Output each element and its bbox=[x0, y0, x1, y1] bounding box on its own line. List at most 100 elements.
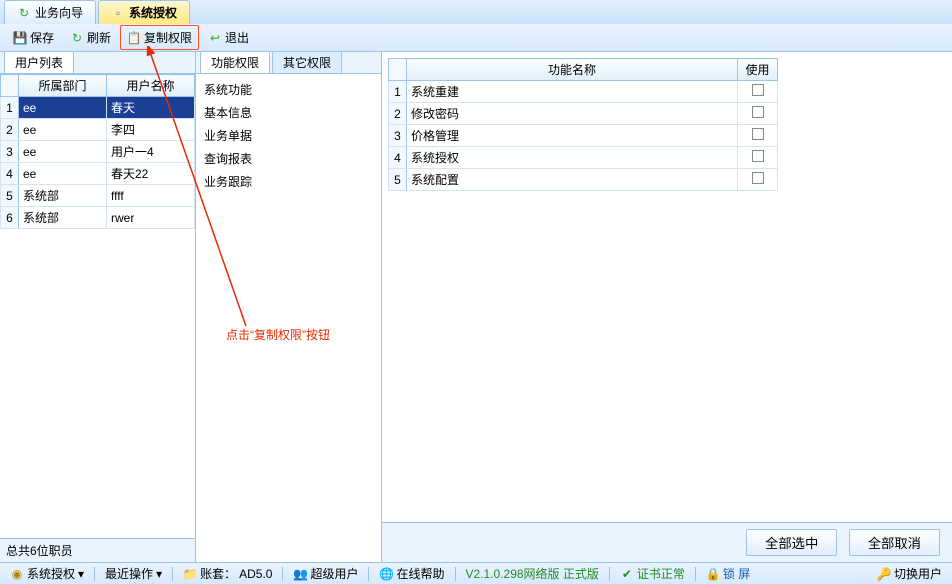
table-row[interactable]: 5系统配置 bbox=[389, 169, 778, 191]
tab-label: 系统授权 bbox=[129, 4, 177, 21]
toolbar: 💾 保存 ↻ 刷新 📋 复制权限 ↩ 退出 bbox=[0, 24, 952, 52]
globe-icon: 🌐 bbox=[379, 567, 393, 581]
cell-use bbox=[738, 169, 778, 191]
cell-func: 价格管理 bbox=[407, 125, 738, 147]
folder-icon: 📁 bbox=[183, 567, 197, 581]
rownum: 3 bbox=[1, 141, 19, 163]
tab-user-list[interactable]: 用户列表 bbox=[4, 51, 74, 73]
rownum: 3 bbox=[389, 125, 407, 147]
checkbox[interactable] bbox=[752, 128, 764, 140]
category-item[interactable]: 基本信息 bbox=[196, 101, 381, 124]
tab-system-auth[interactable]: ▫ 系统授权 bbox=[98, 0, 190, 24]
rownum: 1 bbox=[389, 81, 407, 103]
status-version: V2.1.0.298网络版 正式版 bbox=[462, 565, 603, 582]
exit-icon: ↩ bbox=[208, 31, 222, 45]
cell-func: 系统配置 bbox=[407, 169, 738, 191]
left-panel: 用户列表 所属部门 用户名称 1ee春天2ee李四3ee用户一44ee春天225… bbox=[0, 52, 196, 562]
cell-dept: 系统部 bbox=[19, 185, 107, 207]
cell-dept: ee bbox=[19, 141, 107, 163]
cell-name: 李四 bbox=[107, 119, 195, 141]
permission-grid: 功能名称 使用 1系统重建2修改密码3价格管理4系统授权5系统配置 bbox=[388, 58, 778, 191]
tab-func-perm[interactable]: 功能权限 bbox=[200, 51, 270, 73]
cell-use bbox=[738, 81, 778, 103]
deselect-all-button[interactable]: 全部取消 bbox=[849, 529, 940, 556]
status-lock[interactable]: 🔒 锁 屏 bbox=[702, 565, 754, 582]
col-name[interactable]: 用户名称 bbox=[107, 75, 195, 97]
table-row[interactable]: 3ee用户一4 bbox=[1, 141, 195, 163]
checkbox[interactable] bbox=[752, 150, 764, 162]
btn-label: 保存 bbox=[30, 29, 54, 46]
copy-permission-button[interactable]: 📋 复制权限 bbox=[120, 25, 199, 50]
status-user[interactable]: 👥 超级用户 bbox=[289, 565, 362, 582]
cell-func: 系统授权 bbox=[407, 147, 738, 169]
table-row[interactable]: 2ee李四 bbox=[1, 119, 195, 141]
cell-use bbox=[738, 103, 778, 125]
user-count: 总共6位职员 bbox=[0, 538, 195, 562]
table-row[interactable]: 5系统部ffff bbox=[1, 185, 195, 207]
user-grid: 所属部门 用户名称 1ee春天2ee李四3ee用户一44ee春天225系统部ff… bbox=[0, 74, 195, 538]
col-dept[interactable]: 所属部门 bbox=[19, 75, 107, 97]
cell-use bbox=[738, 125, 778, 147]
table-row[interactable]: 2修改密码 bbox=[389, 103, 778, 125]
exit-button[interactable]: ↩ 退出 bbox=[201, 25, 256, 50]
cell-name: 春天 bbox=[107, 97, 195, 119]
refresh-icon: ↻ bbox=[17, 6, 31, 20]
category-list: 系统功能基本信息业务单据查询报表业务跟踪 bbox=[196, 74, 381, 197]
cell-name: ffff bbox=[107, 185, 195, 207]
save-icon: 💾 bbox=[13, 31, 27, 45]
checkbox[interactable] bbox=[752, 172, 764, 184]
status-help[interactable]: 🌐 在线帮助 bbox=[375, 565, 448, 582]
tab-business-guide[interactable]: ↻ 业务向导 bbox=[4, 0, 96, 24]
rownum: 4 bbox=[389, 147, 407, 169]
refresh-button[interactable]: ↻ 刷新 bbox=[63, 25, 118, 50]
btn-label: 退出 bbox=[225, 29, 249, 46]
document-icon: ▫ bbox=[111, 6, 125, 20]
rownum: 6 bbox=[1, 207, 19, 229]
cell-dept: ee bbox=[19, 163, 107, 185]
rownum: 5 bbox=[1, 185, 19, 207]
lock-icon: 🔒 bbox=[706, 567, 720, 581]
status-account[interactable]: 📁 账套： AD5.0 bbox=[179, 565, 276, 582]
table-row[interactable]: 6系统部rwer bbox=[1, 207, 195, 229]
table-row[interactable]: 1系统重建 bbox=[389, 81, 778, 103]
select-all-button[interactable]: 全部选中 bbox=[746, 529, 837, 556]
tab-label: 业务向导 bbox=[35, 4, 83, 21]
checkbox[interactable] bbox=[752, 84, 764, 96]
category-item[interactable]: 业务跟踪 bbox=[196, 170, 381, 193]
right-panel: 功能名称 使用 1系统重建2修改密码3价格管理4系统授权5系统配置 全部选中 全… bbox=[382, 52, 952, 562]
col-use[interactable]: 使用 bbox=[738, 59, 778, 81]
col-rownum[interactable] bbox=[389, 59, 407, 81]
category-item[interactable]: 查询报表 bbox=[196, 147, 381, 170]
col-rownum[interactable] bbox=[1, 75, 19, 97]
checkbox[interactable] bbox=[752, 106, 764, 118]
table-row[interactable]: 3价格管理 bbox=[389, 125, 778, 147]
category-item[interactable]: 系统功能 bbox=[196, 78, 381, 101]
cell-name: 春天22 bbox=[107, 163, 195, 185]
col-func-name[interactable]: 功能名称 bbox=[407, 59, 738, 81]
status-module[interactable]: ◉ 系统授权 ▾ bbox=[6, 565, 88, 582]
cell-func: 系统重建 bbox=[407, 81, 738, 103]
cell-dept: 系统部 bbox=[19, 207, 107, 229]
save-button[interactable]: 💾 保存 bbox=[6, 25, 61, 50]
rownum: 5 bbox=[389, 169, 407, 191]
status-recent[interactable]: 最近操作 ▾ bbox=[101, 565, 166, 582]
table-row[interactable]: 1ee春天 bbox=[1, 97, 195, 119]
gear-icon: ◉ bbox=[10, 567, 24, 581]
table-row[interactable]: 4系统授权 bbox=[389, 147, 778, 169]
key-icon: 🔑 bbox=[877, 567, 891, 581]
table-row[interactable]: 4ee春天22 bbox=[1, 163, 195, 185]
cell-name: rwer bbox=[107, 207, 195, 229]
rownum: 1 bbox=[1, 97, 19, 119]
cell-dept: ee bbox=[19, 97, 107, 119]
rownum: 2 bbox=[1, 119, 19, 141]
status-switch-user[interactable]: 🔑 切换用户 bbox=[873, 565, 946, 582]
tab-other-perm[interactable]: 其它权限 bbox=[272, 51, 342, 73]
mid-panel: 功能权限 其它权限 系统功能基本信息业务单据查询报表业务跟踪 bbox=[196, 52, 382, 562]
check-icon: ✔ bbox=[620, 567, 634, 581]
users-icon: 👥 bbox=[293, 567, 307, 581]
cell-use bbox=[738, 147, 778, 169]
rownum: 4 bbox=[1, 163, 19, 185]
status-bar: ◉ 系统授权 ▾ 最近操作 ▾ 📁 账套： AD5.0 👥 超级用户 🌐 在线帮… bbox=[0, 562, 952, 584]
status-cert: ✔ 证书正常 bbox=[616, 565, 689, 582]
category-item[interactable]: 业务单据 bbox=[196, 124, 381, 147]
